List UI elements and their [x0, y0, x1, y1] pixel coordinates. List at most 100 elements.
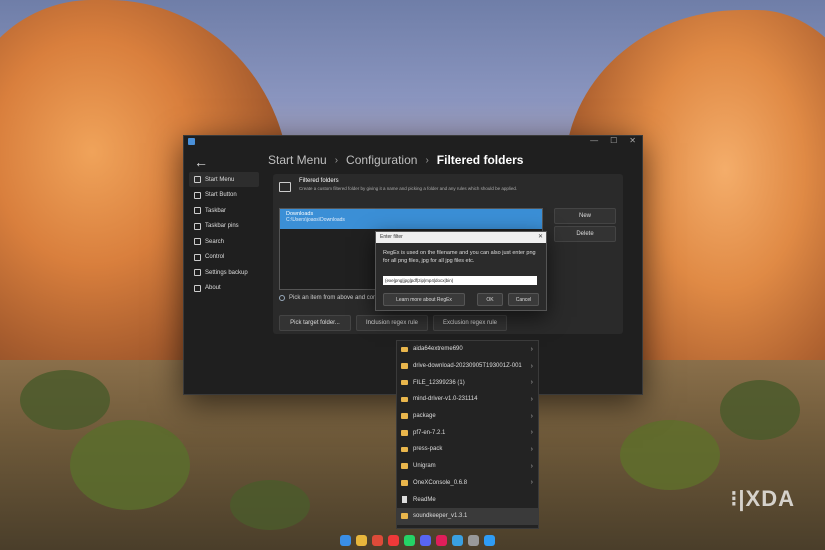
folder-icon — [401, 396, 408, 403]
chevron-right-icon: › — [530, 462, 533, 470]
menu-item-label: pf7-en-7.2.1 — [413, 429, 446, 436]
pick-target-folder-button[interactable]: Pick target folder... — [279, 315, 351, 331]
menu-item[interactable]: aida64extreme690 › — [397, 341, 538, 358]
filter-input[interactable]: (exe|png|jpg|pdf|zip|mp4|docx|bin) — [383, 276, 537, 285]
folder-icon — [279, 182, 291, 192]
vivaldi-icon[interactable] — [388, 535, 399, 546]
slack-icon[interactable] — [436, 535, 447, 546]
title-bar: — ☐ ✕ — [184, 136, 642, 148]
menu-item[interactable]: mind-driver-v1.0-231114 › — [397, 391, 538, 408]
inclusion-regex-button[interactable]: Inclusion regex rule — [356, 315, 428, 331]
sidebar-item-taskbar[interactable]: Taskbar — [189, 203, 259, 218]
page-title: Filtered folders — [436, 153, 524, 167]
sidebar-item-label: Search — [205, 238, 225, 245]
whatsapp-icon[interactable] — [404, 535, 415, 546]
chevron-right-icon: › — [530, 445, 533, 453]
breadcrumb-configuration[interactable]: Configuration — [346, 153, 417, 167]
close-icon[interactable]: ✕ — [538, 232, 543, 243]
delete-button[interactable]: Delete — [554, 226, 616, 242]
info-icon — [194, 284, 201, 292]
sidebar-item-settings-backup[interactable]: Settings backup — [189, 265, 259, 280]
discord-icon[interactable] — [420, 535, 431, 546]
panel-title: Filtered folders — [299, 178, 339, 184]
menu-item[interactable]: OneXConsole_0.6.8 › — [397, 475, 538, 492]
menu-item[interactable]: press-pack › — [397, 441, 538, 458]
menu-item[interactable]: package › — [397, 408, 538, 425]
sidebar-item-start-menu[interactable]: Start Menu — [189, 172, 259, 187]
menu-item-label: package — [413, 413, 436, 420]
info-text: Pick an item from above and config — [289, 295, 383, 301]
backup-icon — [194, 269, 201, 276]
chevron-right-icon: › — [530, 379, 533, 387]
sidebar-item-start-button[interactable]: Start Button — [189, 188, 259, 203]
start-button-icon — [194, 191, 201, 199]
arrow-left-icon[interactable]: ← — [194, 154, 208, 170]
settings-icon[interactable] — [468, 535, 479, 546]
folder-icon — [401, 413, 408, 419]
learn-regex-button[interactable]: Learn more about RegEx — [383, 293, 465, 306]
new-button[interactable]: New — [554, 208, 616, 224]
minimize-button[interactable]: — — [590, 136, 598, 145]
dialog-title: Enter filter — [380, 234, 403, 240]
sidebar-item-taskbar-pins[interactable]: Taskbar pins — [189, 219, 259, 234]
menu-item[interactable]: ReadMe — [397, 491, 538, 508]
file-explorer-icon[interactable] — [356, 535, 367, 546]
info-message: Pick an item from above and config — [279, 295, 383, 301]
sidebar-item-label: About — [205, 285, 221, 291]
menu-item[interactable]: drive-download-20230905T193001Z-001 › — [397, 358, 538, 375]
folder-icon — [401, 430, 408, 436]
breadcrumb: Start Menu › Configuration › Filtered fo… — [268, 153, 523, 167]
menu-item-label: OneXConsole_0.6.8 — [413, 479, 468, 486]
document-icon — [402, 496, 407, 503]
windows-start-icon[interactable] — [340, 535, 351, 546]
dialog-title-bar: Enter filter ✕ — [376, 232, 546, 243]
menu-item[interactable]: pf7-en-7.2.1 › — [397, 424, 538, 441]
sidebar-item-label: Start Menu — [205, 176, 235, 183]
chevron-right-icon: › — [530, 412, 533, 420]
exclusion-regex-button[interactable]: Exclusion regex rule — [433, 315, 507, 331]
folder-icon — [401, 480, 408, 486]
list-item[interactable]: Downloads C:\Users\joaos\Downloads — [280, 209, 542, 229]
menu-item[interactable]: FILE_12399236 (1) › — [397, 374, 538, 391]
ok-button[interactable]: OK — [477, 293, 503, 306]
maximize-button[interactable]: ☐ — [610, 136, 617, 145]
folder-path: C:\Users\joaos\Downloads — [286, 217, 345, 223]
cancel-button[interactable]: Cancel — [508, 293, 539, 306]
folder-icon — [401, 446, 408, 453]
store-icon[interactable] — [484, 535, 495, 546]
info-icon — [279, 295, 285, 301]
chevron-right-icon: › — [425, 154, 429, 166]
sidebar-item-about[interactable]: About — [189, 281, 259, 296]
close-button[interactable]: ✕ — [629, 136, 636, 145]
pin-icon — [194, 222, 201, 230]
breadcrumb-start-menu[interactable]: Start Menu — [268, 153, 327, 167]
menu-item-highlighted[interactable]: soundkeeper_v1.3.1 — [397, 507, 538, 525]
folder-context-menu: aida64extreme690 › drive-download-2023090… — [396, 340, 539, 529]
menu-item-label: ReadMe — [413, 496, 436, 503]
menu-item[interactable]: Unigram › — [397, 458, 538, 475]
taskbar-icon — [194, 207, 201, 214]
menu-item-label: Unigram — [413, 463, 436, 470]
sidebar-item-label: Control — [205, 254, 225, 260]
folder-icon — [401, 363, 408, 369]
chevron-right-icon: › — [530, 429, 533, 437]
chevron-right-icon: › — [530, 395, 533, 403]
folder-icon — [401, 379, 408, 386]
chevron-right-icon: › — [530, 479, 533, 487]
menu-item-label: mind-driver-v1.0-231114 — [413, 396, 478, 403]
sidebar-item-label: Start Button — [205, 192, 237, 198]
sidebar: Start Menu Start Button Taskbar Taskbar … — [189, 172, 259, 296]
dialog-message: RegEx is used on the filename and you ca… — [383, 250, 536, 264]
chevron-right-icon: › — [530, 362, 533, 370]
sidebar-item-label: Settings backup — [205, 269, 248, 276]
sidebar-item-search[interactable]: Search — [189, 234, 259, 249]
menu-item-label: drive-download-20230905T193001Z-001 — [413, 363, 522, 370]
chrome-icon[interactable] — [372, 535, 383, 546]
panel-subtitle: Create a custom filtered folder by givin… — [299, 186, 518, 191]
photos-icon[interactable] — [452, 535, 463, 546]
sidebar-item-control[interactable]: Control — [189, 250, 259, 265]
app-icon — [188, 138, 195, 145]
search-icon — [194, 238, 201, 245]
chevron-right-icon: › — [530, 345, 533, 353]
menu-item-label: aida64extreme690 — [413, 346, 463, 353]
